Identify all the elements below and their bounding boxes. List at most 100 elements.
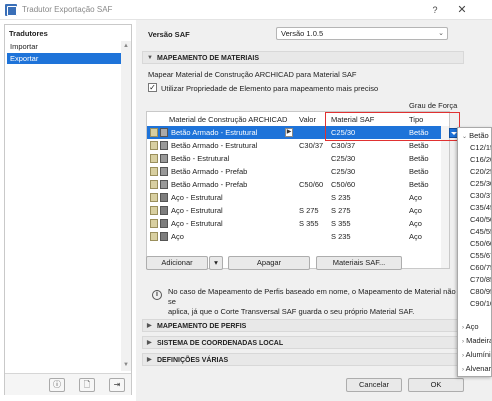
dropdown-option[interactable]: C12/15 [470, 142, 491, 153]
value-cell: C30/37 [299, 141, 324, 150]
table-scrollbar[interactable] [441, 126, 449, 268]
type-cell: Aço [409, 232, 422, 241]
translators-header: Tradutores [9, 29, 48, 38]
archicad-material-cell: Betão Armado - Prefab [171, 167, 248, 176]
info-button[interactable]: ⓘ [49, 378, 65, 392]
dropdown-group-concrete[interactable]: ⌄ Betão [462, 130, 489, 141]
use-property-checkbox[interactable]: ✓ [148, 83, 157, 92]
use-property-label: Utilizar Propriedade de Elemento para ma… [161, 84, 379, 93]
saf-material-cell[interactable]: C25/30 [331, 165, 355, 178]
scroll-down-icon[interactable]: ▼ [122, 361, 130, 369]
scroll-up-icon[interactable]: ▲ [122, 42, 130, 50]
table-row[interactable]: Betão Armado - Prefab C50/60 C50/60 Betã… [147, 178, 449, 191]
window-title: Tradutor Exportação SAF [22, 5, 113, 14]
info-note: No caso de Mapeamento de Perfis baseado … [168, 287, 464, 317]
dropdown-option[interactable]: C50/60 [470, 238, 491, 249]
export-document-icon: ⇥ [113, 380, 121, 389]
fill-swatch-icon [150, 167, 158, 176]
chevron-right-icon: › [462, 353, 464, 359]
saf-material-cell[interactable]: S 275 [331, 204, 351, 217]
dropdown-group-timber[interactable]: › Madeira [462, 335, 491, 346]
color-swatch-icon [160, 232, 168, 241]
cancel-button[interactable]: Cancelar [346, 378, 402, 392]
saf-material-cell[interactable]: S 235 [331, 230, 351, 243]
table-row[interactable]: Betão - Estrutural C25/30 Betão [147, 152, 449, 165]
new-translator-button[interactable]: 🗋 [79, 378, 95, 392]
type-cell: Betão [409, 167, 429, 176]
chevron-right-icon: › [462, 339, 464, 345]
info-note-line: aplica, já que o Corte Transversal SAF g… [168, 307, 415, 316]
fill-swatch-icon [150, 193, 158, 202]
table-row[interactable]: Betão Armado - Prefab C25/30 Betão [147, 165, 449, 178]
material-mapping-section-header[interactable]: ▼ MAPEAMENTO DE MATERIAIS [142, 51, 464, 64]
dropdown-group-aluminium[interactable]: › Alumínio [462, 349, 491, 360]
dropdown-option[interactable]: C16/20 [470, 154, 491, 165]
type-cell: Betão [409, 180, 429, 189]
local-coordinates-section-header[interactable]: ▶ SISTEMA DE COORDENADAS LOCAL [142, 336, 464, 349]
value-dropdown-arrow-icon[interactable]: ▶ [285, 128, 293, 137]
add-options-button[interactable]: ▾ [209, 256, 223, 270]
dropdown-option[interactable]: C80/95 [470, 286, 491, 297]
dropdown-option[interactable]: C45/55 [470, 226, 491, 237]
info-icon: ⓘ [53, 380, 61, 389]
table-row[interactable]: Aço - Estrutural S 275 S 275 Aço [147, 204, 449, 217]
translators-toolbar: ⓘ 🗋 ⇥ [5, 373, 131, 395]
saf-material-cell[interactable]: C50/60 [331, 178, 355, 191]
profile-mapping-section-header[interactable]: ▶ MAPEAMENTO DE PERFIS [142, 319, 464, 332]
saf-version-label: Versão SAF [148, 30, 190, 39]
export-translator-button[interactable]: ⇥ [109, 378, 125, 392]
saf-material-dropdown-list: ⌄ Betão C12/15 C16/20 C20/25 C25/30 C30/… [457, 127, 492, 377]
section-title: MAPEAMENTO DE PERFIS [157, 323, 247, 330]
dropdown-group-masonry[interactable]: › Alvenaria [462, 363, 491, 374]
dropdown-option[interactable]: C60/75 [470, 262, 491, 273]
chevron-down-icon: ▾ [214, 258, 218, 267]
dropdown-option[interactable]: C20/25 [470, 166, 491, 177]
saf-version-value: Versão 1.0.5 [281, 29, 324, 38]
table-row[interactable]: Aço - Estrutural S 235 Aço [147, 191, 449, 204]
saf-material-cell[interactable]: S 355 [331, 217, 351, 230]
table-row[interactable]: Aço - Estrutural S 355 S 355 Aço [147, 217, 449, 230]
dropdown-option[interactable]: C30/37 [470, 190, 491, 201]
fill-swatch-icon [150, 180, 158, 189]
dropdown-option[interactable]: C90/105 [470, 298, 491, 309]
chevron-right-icon: › [462, 325, 464, 331]
section-title: SISTEMA DE COORDENADAS LOCAL [157, 340, 284, 347]
info-icon: i [152, 290, 162, 300]
dropdown-option[interactable]: C35/45 [470, 202, 491, 213]
dropdown-option[interactable]: C25/30 [470, 178, 491, 189]
dropdown-option[interactable]: C40/50 [470, 214, 491, 225]
translator-item-import[interactable]: Importar [7, 41, 121, 52]
ok-button[interactable]: OK [408, 378, 464, 392]
dropdown-option[interactable]: C55/67 [470, 250, 491, 261]
color-swatch-icon [160, 167, 168, 176]
column-header-archicad-material[interactable]: Material de Construção ARCHICAD [169, 114, 287, 125]
chevron-right-icon: ▶ [147, 340, 152, 346]
dropdown-option[interactable]: C70/85 [470, 274, 491, 285]
archicad-material-cell: Aço - Estrutural [171, 193, 223, 202]
help-button[interactable]: ? [428, 3, 442, 17]
delete-button[interactable]: Apagar [228, 256, 310, 270]
color-swatch-icon [160, 206, 168, 215]
color-swatch-icon [160, 141, 168, 150]
color-swatch-icon [160, 154, 168, 163]
column-header-value[interactable]: Valor [299, 114, 316, 125]
archicad-material-cell: Betão Armado - Estrutural [171, 128, 258, 137]
saf-materials-button[interactable]: Materiais SAF... [316, 256, 402, 270]
dropdown-group-steel[interactable]: › Aço [462, 321, 479, 332]
translator-item-export[interactable]: Exportar [7, 53, 121, 64]
misc-settings-section-header[interactable]: ▶ DEFINIÇÕES VÁRIAS [142, 353, 464, 366]
chevron-down-icon: ⌄ [462, 134, 468, 140]
saf-material-cell[interactable]: S 235 [331, 191, 351, 204]
saf-material-cell[interactable]: C25/30 [331, 152, 355, 165]
translators-scrollbar[interactable]: ▲ ▼ [121, 41, 131, 371]
table-row[interactable]: Aço S 235 Aço [147, 230, 449, 243]
close-button[interactable]: ✕ [455, 3, 469, 17]
fill-swatch-icon [150, 232, 158, 241]
material-mapping-title: MAPEAMENTO DE MATERIAIS [157, 55, 260, 62]
title-bar: Tradutor Exportação SAF ? ✕ [0, 0, 492, 20]
type-cell: Aço [409, 193, 422, 202]
type-cell: Betão [409, 154, 429, 163]
add-button[interactable]: Adicionar [146, 256, 208, 270]
archicad-material-cell: Aço [171, 232, 184, 241]
saf-version-select[interactable]: Versão 1.0.5 ⌄ [276, 27, 448, 40]
